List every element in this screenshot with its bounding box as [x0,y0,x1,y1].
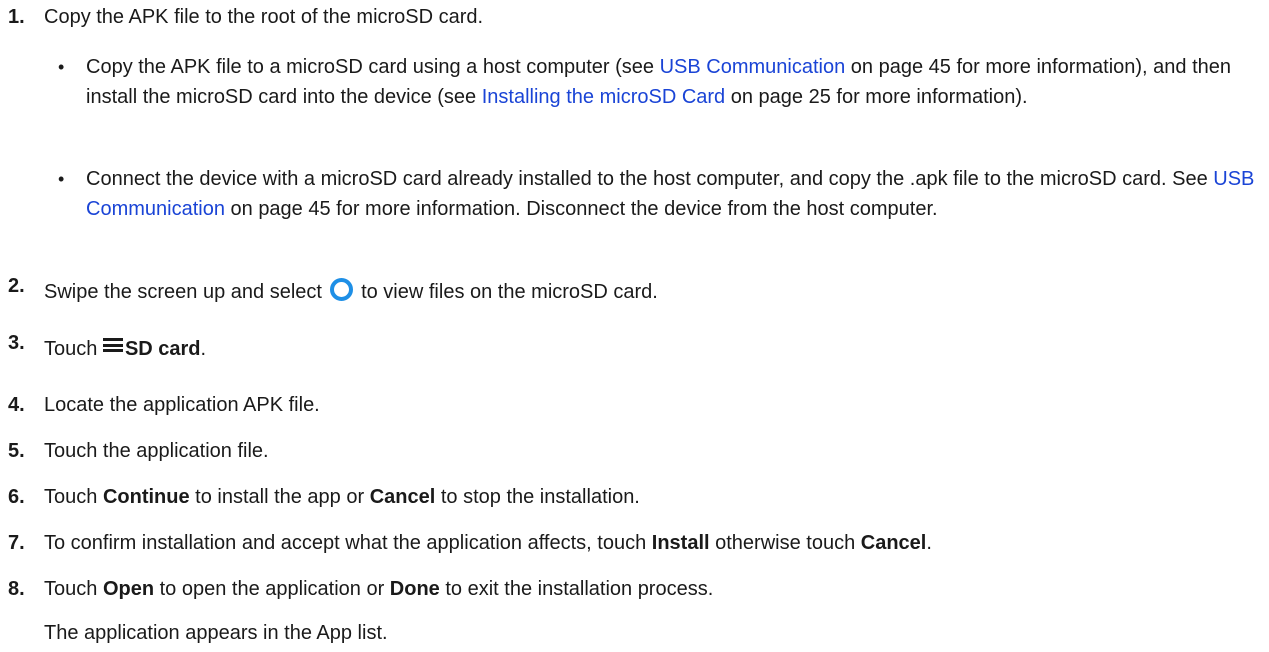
step-2: 2. Swipe the screen up and select to view… [8,275,1259,305]
files-app-circle-icon [329,278,353,301]
step-number: 7. [8,532,25,554]
step-text: Touch the application file. [44,440,269,462]
bullet-marker: • [58,57,65,77]
text-run: Touch [44,486,103,508]
step-number: 3. [8,332,25,354]
text-run: Connect the device with a microSD card a… [86,168,1214,190]
step-number: 5. [8,440,25,462]
cancel-label: Cancel [369,486,436,508]
text-run: to exit the installation process. [439,578,714,600]
link-installing-microsd-card[interactable]: Installing the microSD Card [482,86,725,108]
procedure-document: 1. Copy the APK file to the root of the m… [0,0,1269,652]
text-run: Touch [44,578,103,600]
step-1-bullet-1: • Copy the APK file to a microSD card us… [58,52,1259,112]
step-3: 3. Touch SD card. [8,332,1259,362]
text-run: otherwise touch [709,532,861,554]
step-number: 2. [8,275,25,297]
text-run: . [926,532,932,554]
step-6: 6. Touch Continue to install the app or C… [8,484,1259,510]
step-number: 1. [8,6,25,28]
menu-icon [102,338,123,352]
text-run: . [200,338,207,360]
step-text: Swipe the screen up and select [44,281,328,303]
text-run: to install the app or [189,486,370,508]
bullet-text: Connect the device with a microSD card a… [58,164,1259,224]
step-number: 4. [8,394,25,416]
step-4: 4. Locate the application APK file. [8,392,1259,418]
open-label: Open [102,578,155,600]
install-label: Install [651,532,710,554]
step-5: 5. Touch the application file. [8,438,1259,464]
text-run: on page 45 for more information. Disconn… [224,198,938,220]
text-run: To confirm installation and accept what … [44,532,652,554]
bullet-marker: • [58,169,65,189]
text-run: Copy the APK file to a microSD card usin… [86,56,660,78]
step-text: Copy the APK file to the root of the mic… [44,6,484,28]
sd-card-label: SD card [124,338,201,360]
step-1: 1. Copy the APK file to the root of the m… [8,4,1259,30]
step-1-bullet-2: • Connect the device with a microSD card… [58,164,1259,224]
step-number: 8. [8,578,25,600]
step-text: Touch [44,338,103,360]
continue-label: Continue [102,486,190,508]
step-number: 6. [8,486,25,508]
bullet-text: Copy the APK file to a microSD card usin… [58,52,1259,112]
cancel-label: Cancel [860,532,927,554]
text-run: to open the application or [154,578,390,600]
result-note: The application appears in the App list. [44,622,388,644]
link-usb-communication[interactable]: USB Communication [660,56,846,78]
step-8: 8. Touch Open to open the application or … [8,576,1259,602]
text-run: to stop the installation. [435,486,640,508]
done-label: Done [389,578,440,600]
step-text: to view files on the microSD card. [355,281,658,303]
step-text: Locate the application APK file. [44,394,320,416]
step-7: 7. To confirm installation and accept wha… [8,530,1259,556]
text-run: on page 25 for more information). [725,86,1028,108]
